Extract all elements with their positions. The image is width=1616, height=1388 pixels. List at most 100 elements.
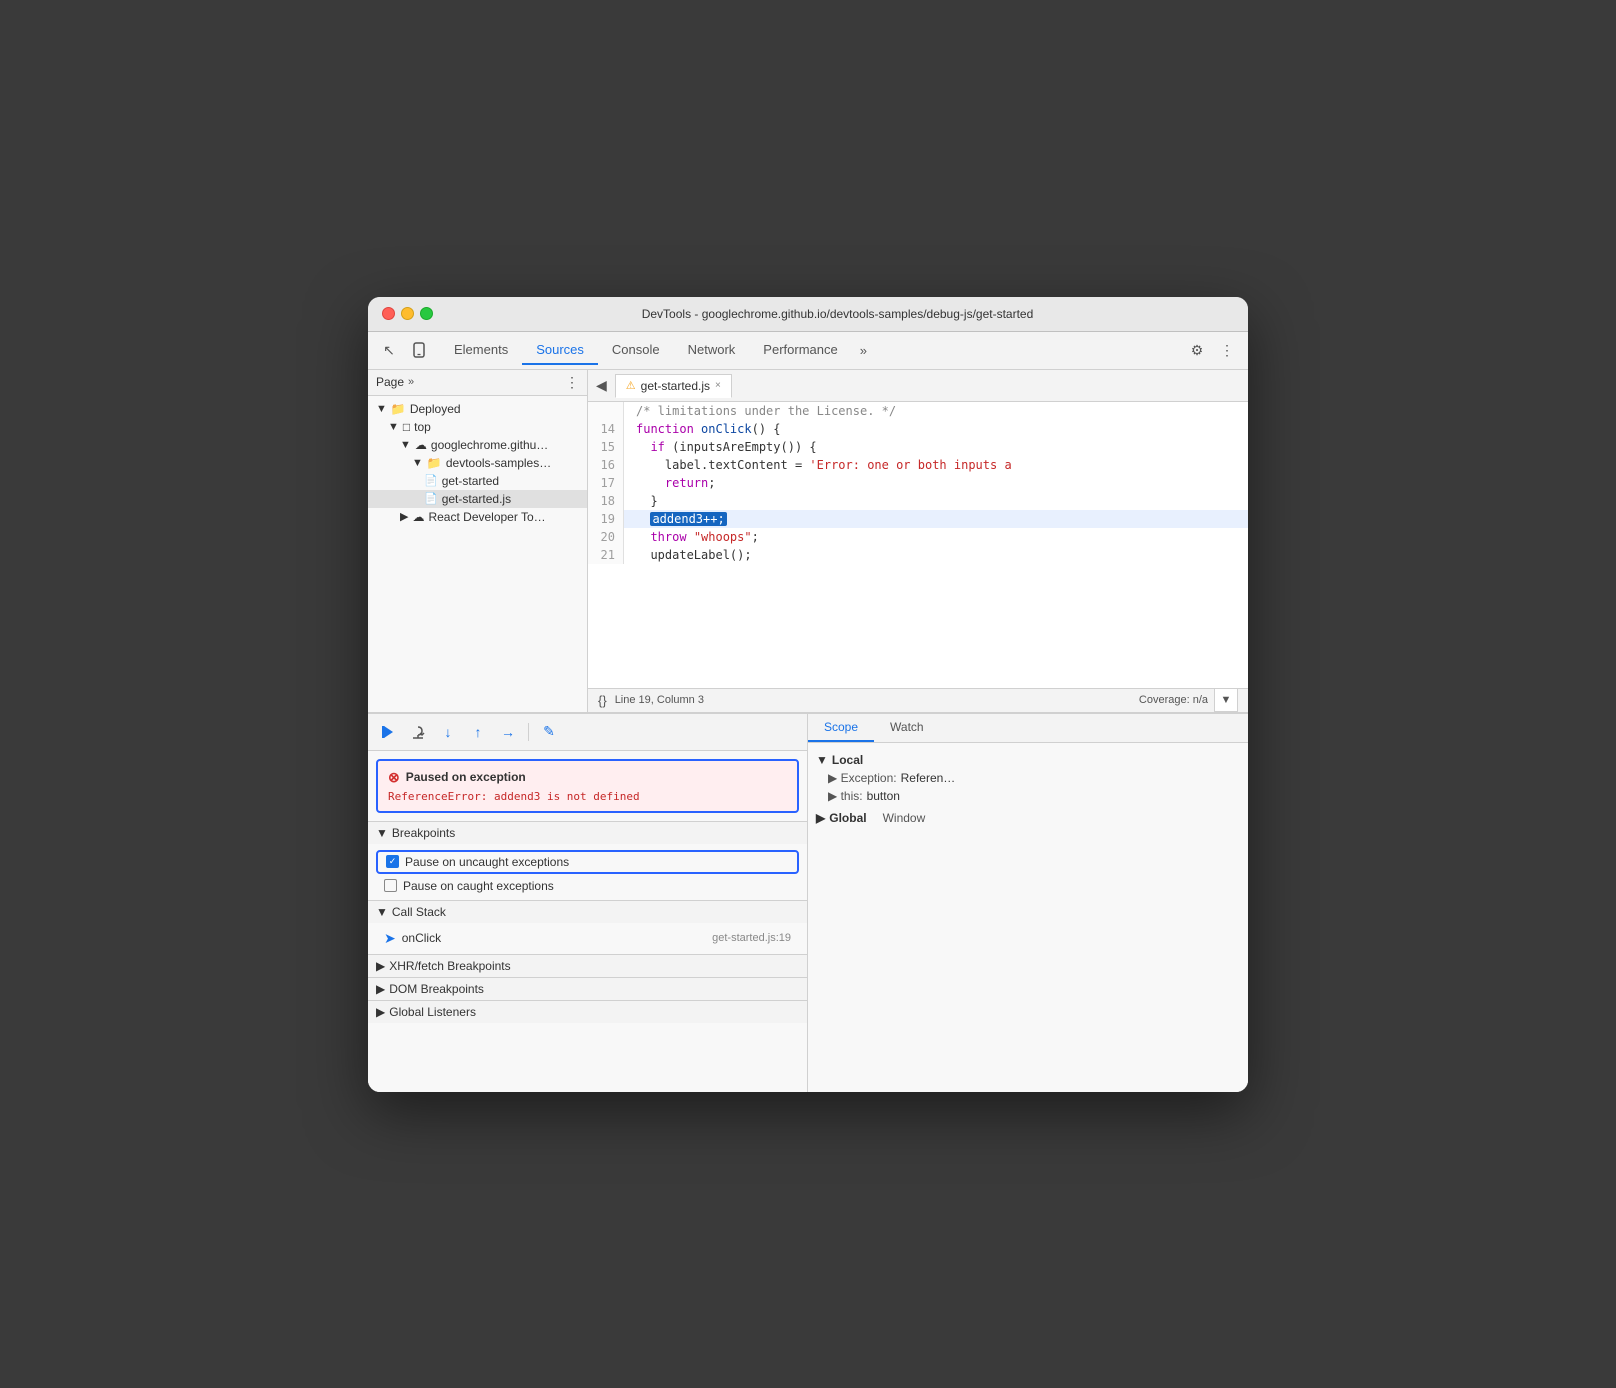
tab-network[interactable]: Network [674,336,750,365]
page-more-btn[interactable]: » [408,376,414,388]
file-tab-get-started-js[interactable]: ⚠ get-started.js × [615,374,732,398]
call-stack-arrow-icon: ➤ [384,930,396,947]
tree-item-get-started-js[interactable]: 📄 get-started.js [368,490,587,508]
left-panel-header: Page » ⋮ [368,370,587,396]
close-button[interactable] [382,307,395,320]
scope-content: ▼ Local ▶ Exception: Referen… ▶ this: bu… [808,743,1248,839]
step-out-button[interactable]: ↑ [466,720,490,744]
chevron-down-icon: ▼ [816,753,828,767]
tree-label-react-devtools: React Developer To… [428,510,545,524]
scope-exception-item[interactable]: ▶ Exception: Referen… [808,769,1248,787]
call-stack-file-ref: get-started.js:19 [712,932,791,944]
tab-console[interactable]: Console [598,336,674,365]
scope-panel: Scope Watch ▼ Local ▶ Exception: Referen… [808,714,1248,1092]
maximize-button[interactable] [420,307,433,320]
dom-breakpoints-header[interactable]: ▶ DOM Breakpoints [368,977,807,1000]
breakpoints-section-header[interactable]: ▼ Breakpoints [368,821,807,844]
tree-item-top[interactable]: ▼ □ top [368,418,587,436]
call-stack-section-header[interactable]: ▼ Call Stack [368,900,807,923]
step-over-button[interactable] [406,720,430,744]
settings-icon[interactable]: ⚙ [1184,337,1210,363]
dom-breakpoints-label: DOM Breakpoints [389,982,484,996]
scope-tab-watch[interactable]: Watch [874,714,940,742]
code-line-20: 20 throw "whoops"; [588,528,1248,546]
resume-button[interactable] [376,720,400,744]
tab-elements[interactable]: Elements [440,336,522,365]
scope-this-item[interactable]: ▶ this: button [808,787,1248,805]
status-bar: {} Line 19, Column 3 Coverage: n/a ▼ [588,688,1248,712]
tabs-more-button[interactable]: » [852,337,875,364]
top-tabs-bar: ↖ Elements Sources Console Network Perfo… [368,332,1248,370]
pause-caught-item[interactable]: Pause on caught exceptions [368,876,807,896]
chevron-down-icon: ▼ [400,439,411,451]
coverage-toggle-button[interactable]: ▼ [1214,688,1238,712]
chevron-right-icon: ▶ [376,1005,385,1019]
mobile-icon[interactable] [406,337,432,363]
scope-global-value: Window [883,811,926,825]
traffic-lights [382,307,433,320]
code-line-15: 15 if (inputsAreEmpty()) { [588,438,1248,456]
pause-caught-checkbox[interactable] [384,879,397,892]
scope-local-title[interactable]: ▼ Local [808,751,1248,769]
warning-icon: ⚠ [626,379,636,392]
file-tab-name: get-started.js [641,379,710,393]
pause-caught-label: Pause on caught exceptions [403,879,554,893]
cursor-icon[interactable]: ↖ [376,337,402,363]
file-tabs: ◀ ⚠ get-started.js × [588,370,1248,402]
chevron-right-icon: ▶ [400,510,408,523]
exception-error-text: ReferenceError: addend3 is not defined [388,790,787,803]
tree-item-react-devtools[interactable]: ▶ ☁ React Developer To… [368,508,587,526]
call-stack-item-onclick[interactable]: ➤ onClick get-started.js:19 [368,927,807,950]
tree-item-googlechrome[interactable]: ▼ ☁ googlechrome.githu… [368,436,587,454]
code-area[interactable]: /* limitations under the License. */ 14 … [588,402,1248,688]
bottom-section: ↓ ↑ → ✎ ⊗ Paused on exception ReferenceE… [368,712,1248,1092]
tree-label-devtools-samples: devtools-samples… [446,456,551,470]
call-stack-content: ➤ onClick get-started.js:19 [368,923,807,954]
tree-label-googlechrome: googlechrome.githu… [431,438,548,452]
tree-label-top: top [414,420,431,434]
tree-item-deployed[interactable]: ▼ 📁 Deployed [368,400,587,418]
more-options-icon[interactable]: ⋮ [1214,337,1240,363]
tab-performance[interactable]: Performance [749,336,851,365]
main-area: Page » ⋮ ▼ 📁 Deployed ▼ □ top [368,370,1248,712]
code-line-19: 19 addend3++; [588,510,1248,528]
tree-item-devtools-samples[interactable]: ▼ 📁 devtools-samples… [368,454,587,472]
step-button[interactable]: → [496,720,520,744]
deactivate-breakpoints-button[interactable]: ✎ [537,720,561,744]
close-tab-button[interactable]: × [715,380,721,391]
chevron-down-icon: ▼ [412,457,423,469]
toolbar-separator [528,723,529,741]
folder-icon: 📁 [427,456,442,470]
tree-item-get-started[interactable]: 📄 get-started [368,472,587,490]
back-button[interactable]: ◀ [596,377,607,394]
exception-panel: ⊗ Paused on exception ReferenceError: ad… [376,759,799,813]
page-options-btn[interactable]: ⋮ [565,374,579,391]
chevron-down-icon: ▼ [376,826,388,840]
debugger-panel: ↓ ↑ → ✎ ⊗ Paused on exception ReferenceE… [368,714,808,1092]
scope-tab-scope[interactable]: Scope [808,714,874,742]
global-listeners-header[interactable]: ▶ Global Listeners [368,1000,807,1023]
step-into-button[interactable]: ↓ [436,720,460,744]
debugger-toolbar: ↓ ↑ → ✎ [368,714,807,751]
scope-item-value: Referen… [901,771,956,785]
format-icon[interactable]: {} [598,693,607,708]
code-line-16: 16 label.textContent = 'Error: one or bo… [588,456,1248,474]
cloud-icon: ☁ [412,510,424,524]
scope-global-title[interactable]: ▶ Global Window [808,809,1248,827]
scope-global-section: ▶ Global Window [808,809,1248,827]
exception-icon: ⊗ [388,769,400,786]
pause-uncaught-checkbox[interactable]: ✓ [386,855,399,868]
scope-local-section: ▼ Local ▶ Exception: Referen… ▶ this: bu… [808,751,1248,805]
minimize-button[interactable] [401,307,414,320]
chevron-right-icon: ▶ [376,959,385,973]
exception-title: ⊗ Paused on exception [388,769,787,786]
folder-icon: 📁 [391,402,406,416]
pause-uncaught-item[interactable]: ✓ Pause on uncaught exceptions [376,850,799,874]
tool-icons: ↖ [376,337,432,363]
xhr-breakpoints-header[interactable]: ▶ XHR/fetch Breakpoints [368,954,807,977]
tab-sources[interactable]: Sources [522,336,598,365]
scope-tabs: Scope Watch [808,714,1248,743]
devtools-window: DevTools - googlechrome.github.io/devtoo… [368,297,1248,1092]
cursor-position: Line 19, Column 3 [615,694,704,706]
file-tree: ▼ 📁 Deployed ▼ □ top ▼ ☁ googlechrome.gi… [368,396,587,530]
